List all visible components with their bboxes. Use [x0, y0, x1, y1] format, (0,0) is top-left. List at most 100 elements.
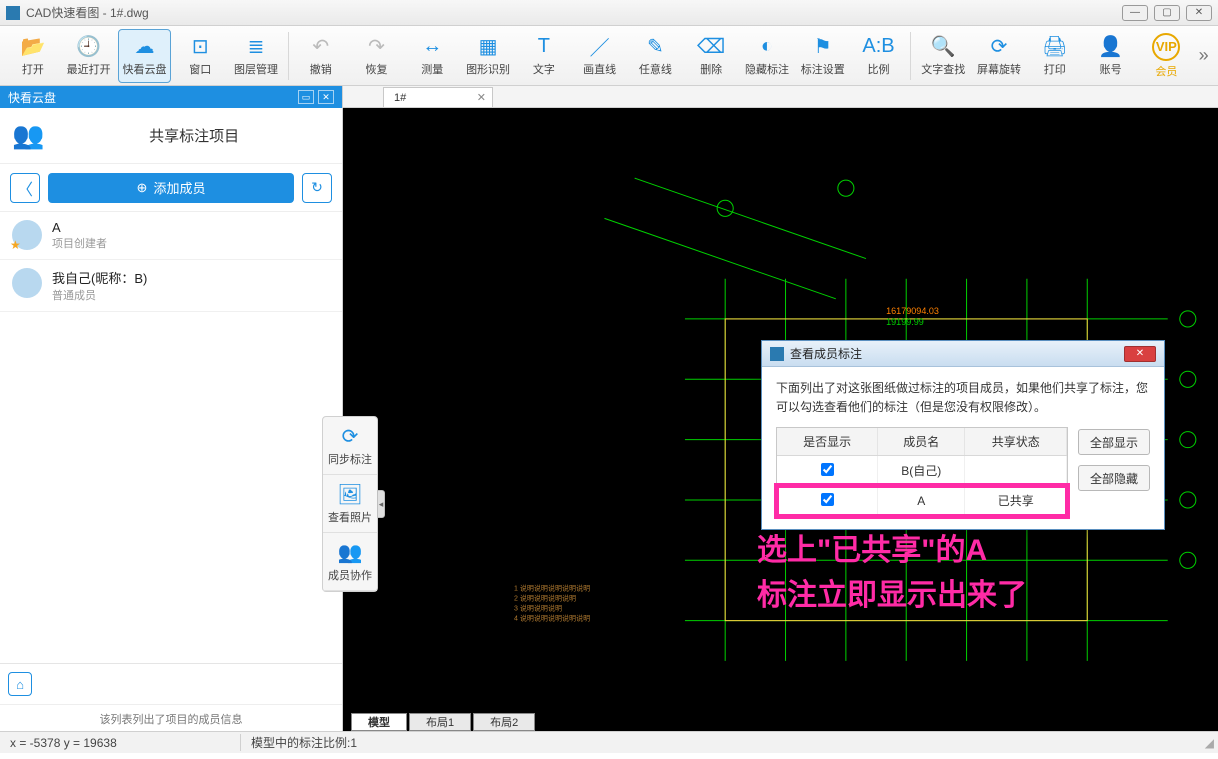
layout-tab[interactable]: 布局2	[473, 713, 535, 731]
sidebar-header: 快看云盘 ▭ ✕	[0, 86, 342, 108]
back-button[interactable]: 〈	[10, 173, 40, 203]
show-checkbox[interactable]	[821, 463, 834, 476]
table-header: 共享状态	[965, 428, 1067, 456]
member-item[interactable]: 我自己(昵称：B)普通成员	[0, 260, 342, 312]
tool-label: 打印	[1044, 61, 1066, 77]
layout-tab[interactable]: 布局1	[409, 713, 471, 731]
tool-undo[interactable]: ↶撤销	[294, 29, 348, 83]
tool-textsearch[interactable]: 🔍文字查找	[916, 29, 970, 83]
member-role: 项目创建者	[52, 235, 107, 251]
member-name-cell: B(自己)	[878, 456, 965, 486]
redo-icon: ↷	[365, 35, 389, 59]
tool-measure[interactable]: ↔测量	[405, 29, 459, 83]
tool-rotate[interactable]: ⟳ 屏幕旋转	[972, 29, 1026, 83]
svg-text:3 说明说明说明: 3 说明说明说明	[514, 604, 562, 613]
window-title: CAD快速看图 - 1#.dwg	[26, 4, 149, 21]
toolbar-overflow[interactable]: »	[1195, 45, 1212, 66]
tool-layers[interactable]: ≣图层管理	[229, 29, 283, 83]
side-tool-同步标注[interactable]: ⟳同步标注	[323, 417, 377, 475]
tool-anyline[interactable]: ✎任意线	[629, 29, 683, 83]
tool-recent[interactable]: 🕘最近打开	[62, 29, 116, 83]
tool-marksettings[interactable]: ⚑标注设置	[796, 29, 850, 83]
scale-readout: 模型中的标注比例:1	[240, 734, 1200, 751]
member-role: 普通成员	[52, 287, 147, 303]
hide-all-button[interactable]: 全部隐藏	[1078, 465, 1150, 491]
anyline-icon: ✎	[643, 35, 667, 59]
marksettings-icon: ⚑	[811, 35, 835, 59]
cloud-icon: ☁	[132, 35, 156, 59]
tool-recognize[interactable]: ▦图形识别	[461, 29, 515, 83]
tool-cloud[interactable]: ☁快看云盘	[118, 29, 172, 83]
svg-text:4 说明说明说明说明说明: 4 说明说明说明说明说明	[514, 614, 590, 623]
drawing-viewport[interactable]: 16179094.03 19199.99 1 说明说明说明说明说明 2 说明说明…	[343, 108, 1218, 731]
refresh-button[interactable]: ↻	[302, 173, 332, 203]
show-checkbox[interactable]	[821, 493, 834, 506]
annotation-line: 选上"已共享"的A	[757, 528, 1027, 573]
tool-redo[interactable]: ↷恢复	[350, 29, 404, 83]
share-status-cell: 已共享	[965, 486, 1067, 516]
layout-tab[interactable]: 模型	[351, 713, 407, 731]
recognize-icon: ▦	[476, 35, 500, 59]
view-member-annotations-dialog: 查看成员标注 ✕ 下面列出了对这张图纸做过标注的项目成员，如果他们共享了标注，您…	[761, 340, 1165, 530]
table-row[interactable]: A已共享	[777, 486, 1067, 516]
hidemark-icon: ◐	[755, 35, 779, 59]
tool-open[interactable]: 📂打开	[6, 29, 60, 83]
main-toolbar: 📂打开🕘最近打开☁快看云盘⊡窗口≣图层管理↶撤销↷恢复↔测量▦图形识别T文字 ／ 画…	[0, 26, 1218, 86]
home-button[interactable]: ⌂	[8, 672, 32, 696]
tool-print[interactable]: 🖨打印	[1028, 29, 1082, 83]
member-list: A项目创建者我自己(昵称：B)普通成员	[0, 212, 342, 663]
add-member-label: 添加成员	[153, 178, 205, 197]
minimize-button[interactable]: —	[1122, 5, 1148, 21]
tool-vip[interactable]: VIP 会员	[1139, 29, 1193, 83]
resize-grip[interactable]: ◢	[1200, 736, 1218, 750]
vip-icon: VIP	[1152, 33, 1180, 61]
maximize-button[interactable]: ▢	[1154, 5, 1180, 21]
viewport-side-toolbar: ⟳同步标注🖼查看照片👥成员协作◂	[322, 416, 378, 592]
side-tool-icon: 👥	[338, 540, 363, 565]
tool-account[interactable]: 👤账号	[1084, 29, 1138, 83]
tool-label: 画直线	[583, 61, 616, 77]
table-header: 成员名	[878, 428, 965, 456]
close-tab-icon[interactable]: ✕	[477, 91, 486, 104]
window-titlebar: CAD快速看图 - 1#.dwg — ▢ ✕	[0, 0, 1218, 26]
table-row[interactable]: B(自己)	[777, 456, 1067, 486]
side-tool-label: 同步标注	[328, 451, 372, 467]
table-header: 是否显示	[777, 428, 878, 456]
plus-icon: ⊕	[137, 180, 148, 196]
account-icon: 👤	[1099, 35, 1123, 59]
tool-window[interactable]: ⊡窗口	[173, 29, 227, 83]
tool-text[interactable]: T文字	[517, 29, 571, 83]
side-tool-label: 查看照片	[328, 509, 372, 525]
tool-label: 比例	[868, 61, 890, 77]
sidebar-pin-button[interactable]: ▭	[298, 90, 314, 104]
dialog-close-button[interactable]: ✕	[1124, 346, 1156, 362]
sidebar-close-button[interactable]: ✕	[318, 90, 334, 104]
tool-hidemark[interactable]: ◐ 隐藏标注	[740, 29, 794, 83]
side-tool-成员协作[interactable]: 👥成员协作	[323, 533, 377, 591]
add-member-button[interactable]: ⊕ 添加成员	[48, 173, 294, 203]
close-button[interactable]: ✕	[1186, 5, 1212, 21]
tool-label: 测量	[421, 61, 443, 77]
show-all-button[interactable]: 全部显示	[1078, 429, 1150, 455]
tool-scale[interactable]: A:B 比例	[852, 29, 906, 83]
tool-line[interactable]: ／ 画直线	[573, 29, 627, 83]
rotate-icon: ⟳	[987, 35, 1011, 59]
undo-icon: ↶	[309, 35, 333, 59]
dialog-titlebar[interactable]: 查看成员标注 ✕	[762, 341, 1164, 367]
member-annotation-table: 是否显示成员名共享状态 B(自己)A已共享	[776, 427, 1068, 517]
avatar	[12, 220, 42, 250]
tool-delete[interactable]: ⌫删除	[684, 29, 738, 83]
tool-label: 文字查找	[921, 61, 965, 77]
text-icon: T	[532, 35, 556, 59]
tool-label: 隐藏标注	[745, 61, 789, 77]
tool-label: 会员	[1155, 63, 1177, 79]
collapse-handle[interactable]: ◂	[377, 490, 385, 518]
file-tab[interactable]: 1# ✕	[383, 87, 493, 107]
delete-icon: ⌫	[699, 35, 723, 59]
status-bar: x = -5378 y = 19638 模型中的标注比例:1 ◢	[0, 731, 1218, 753]
side-tool-查看照片[interactable]: 🖼查看照片	[323, 475, 377, 533]
line-icon: ／	[588, 35, 612, 59]
scale-icon: A:B	[867, 35, 891, 59]
tool-label: 屏幕旋转	[977, 61, 1021, 77]
member-item[interactable]: A项目创建者	[0, 212, 342, 260]
